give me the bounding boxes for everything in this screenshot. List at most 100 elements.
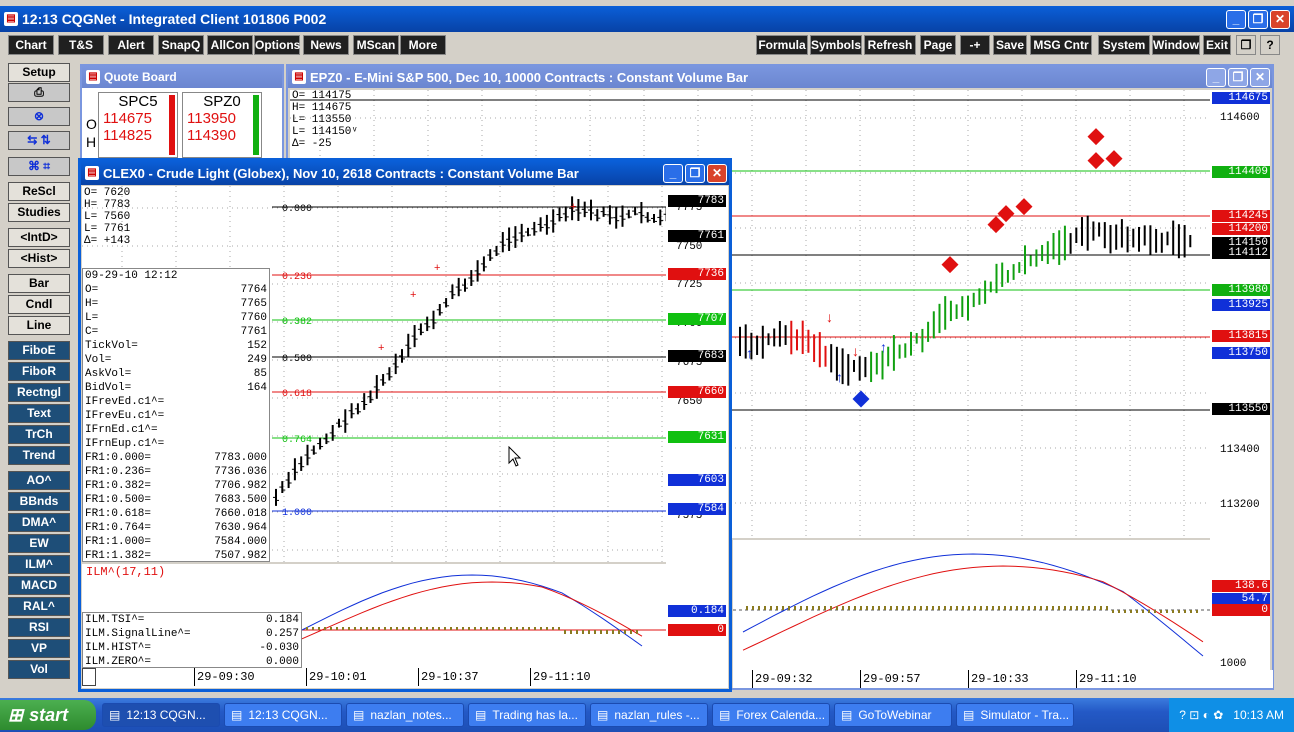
quote-cell-spz0[interactable]: SPZ0 113950 114390	[182, 92, 262, 158]
ilm-key: ILM.ZERO^=	[85, 656, 152, 668]
tool-dma--button[interactable]: DMA^	[8, 513, 70, 532]
close-button[interactable]: ✕	[707, 163, 727, 183]
menu-news-button[interactable]: News	[303, 35, 349, 55]
epz-price-scale[interactable]: 114600 113400 113200 1000 114675 114409 114245…	[1210, 90, 1270, 670]
ohlc-line: Δ= -25	[292, 138, 332, 150]
menu-system-button[interactable]: System	[1098, 35, 1150, 55]
tool-rectngl-button[interactable]: Rectngl	[8, 383, 70, 402]
tool-trch-button[interactable]: TrCh	[8, 425, 70, 444]
delete-button[interactable]: ⊗	[8, 107, 70, 126]
help-button[interactable]: ?	[1260, 35, 1280, 55]
menu-window-button[interactable]: Window	[1152, 35, 1200, 55]
tool-fiboe-button[interactable]: FiboE	[8, 341, 70, 360]
taskbar-item[interactable]: ▤ Simulator - Tra...	[956, 703, 1074, 727]
tool-trend-button[interactable]: Trend	[8, 446, 70, 465]
taskbar-item[interactable]: ▤ nazlan_notes...	[346, 703, 464, 727]
time-tick-label: 29-10:01	[309, 670, 367, 684]
close-button[interactable]: ✕	[1250, 67, 1270, 87]
maximize-button[interactable]: ❐	[685, 163, 705, 183]
clx-price-scale[interactable]: 7775775077257700767576507625757577837761…	[666, 186, 728, 668]
price-marker: 7761	[668, 230, 726, 242]
quote-board-window[interactable]: ▤ Quote Board O H SPC5 114675 114825 SPZ…	[80, 64, 284, 164]
info-value: 7761	[240, 326, 267, 338]
tool-vol-button[interactable]: Vol	[8, 660, 70, 679]
start-button[interactable]: ⊞ start	[0, 700, 96, 730]
tool--intd--button[interactable]: <IntD>	[8, 228, 70, 247]
tool--hist--button[interactable]: <Hist>	[8, 249, 70, 268]
price-marker: 7631	[668, 431, 726, 443]
signal-diamond	[997, 205, 1015, 223]
task-label: Trading has la...	[492, 708, 578, 722]
info-key: FR1:1.000=	[85, 536, 152, 548]
minimize-button[interactable]: _	[1226, 9, 1246, 29]
taskbar-item[interactable]: ▤ Trading has la...	[468, 703, 586, 727]
minimize-button[interactable]: _	[663, 163, 683, 183]
tool-cndl-button[interactable]: Cndl	[8, 295, 70, 314]
ohlc-line: L= 114150ᵛ	[292, 126, 359, 138]
menu-refresh-button[interactable]: Refresh	[864, 35, 916, 55]
menu-snapq-button[interactable]: SnapQ	[158, 35, 204, 55]
menu-alert-button[interactable]: Alert	[108, 35, 154, 55]
menu-msg-cntr-button[interactable]: MSG Cntr	[1030, 35, 1092, 55]
tool-rsi-button[interactable]: RSI	[8, 618, 70, 637]
menu-t-s-button[interactable]: T&S	[58, 35, 104, 55]
restore-button[interactable]: ❐	[1236, 35, 1256, 55]
menu-more-button[interactable]: More	[400, 35, 446, 55]
task-icon: ▤	[963, 708, 975, 722]
tool-line-button[interactable]: Line	[8, 316, 70, 335]
menu-symbols-button[interactable]: Symbols	[810, 35, 862, 55]
menu---button[interactable]: -+	[960, 35, 990, 55]
info-value: 7706.982	[214, 480, 267, 492]
tool-ilm--button[interactable]: ILM^	[8, 555, 70, 574]
clx-titlebar[interactable]: ▤ CLEX0 - Crude Light (Globex), Nov 10, …	[81, 161, 729, 185]
menu-allcon-button[interactable]: AllCon	[207, 35, 253, 55]
tool-fibor-button[interactable]: FiboR	[8, 362, 70, 381]
info-key: BidVol=	[85, 382, 132, 394]
minimize-button[interactable]: _	[1206, 67, 1226, 87]
price-marker: 113980	[1212, 284, 1270, 296]
menu-formula-button[interactable]: Formula	[756, 35, 808, 55]
tool-ao--button[interactable]: AO^	[8, 471, 70, 490]
ohlc-line: O= 114175	[292, 90, 352, 102]
tool-text-button[interactable]: Text	[8, 404, 70, 423]
menu-exit-button[interactable]: Exit	[1203, 35, 1231, 55]
taskbar-item[interactable]: ▤ nazlan_rules -...	[590, 703, 708, 727]
price-marker: 7683	[668, 350, 726, 362]
arrows-button[interactable]: ⇆ ⇅	[8, 131, 70, 150]
taskbar-item[interactable]: ▤ Forex Calenda...	[712, 703, 830, 727]
menu-save-button[interactable]: Save	[993, 35, 1027, 55]
tool-ral--button[interactable]: RAL^	[8, 597, 70, 616]
menu-options-button[interactable]: Options	[254, 35, 300, 55]
tool-icon: ⌘ ⌗	[27, 159, 51, 173]
tool-setup-button[interactable]: Setup	[8, 63, 70, 82]
tool-studies-button[interactable]: Studies	[8, 203, 70, 222]
windows-logo-icon: ⊞	[8, 704, 24, 725]
maximize-button[interactable]: ❐	[1248, 9, 1268, 29]
tool-ew-button[interactable]: EW	[8, 534, 70, 553]
info-value: 7760	[240, 312, 267, 324]
taskbar-item[interactable]: ▤ 12:13 CQGN...	[224, 703, 342, 727]
epz-titlebar[interactable]: ▤ EPZ0 - E-Mini S&P 500, Dec 10, 10000 C…	[288, 66, 1272, 88]
menu-page-button[interactable]: Page	[920, 35, 956, 55]
time-tick	[306, 668, 307, 686]
tool-vp-button[interactable]: VP	[8, 639, 70, 658]
tool-button[interactable]: ⌘ ⌗	[8, 157, 70, 176]
print-button[interactable]: ⎙	[8, 83, 70, 102]
tool-bar-button[interactable]: Bar	[8, 274, 70, 293]
price-marker: 0.184	[668, 605, 726, 617]
info-key: IFrnEup.c1^=	[85, 438, 165, 450]
tool-bbnds-button[interactable]: BBnds	[8, 492, 70, 511]
menu-chart-button[interactable]: Chart	[8, 35, 54, 55]
maximize-button[interactable]: ❐	[1228, 67, 1248, 87]
tool-rescl-button[interactable]: ReScl	[8, 182, 70, 201]
taskbar-item[interactable]: ▤ GoToWebinar	[834, 703, 952, 727]
quote-board-titlebar[interactable]: ▤ Quote Board	[82, 66, 282, 88]
taskbar-item[interactable]: ▤ 12:13 CQGN...	[102, 703, 220, 727]
time-tick-label: 29-10:33	[971, 672, 1029, 686]
quote-cell-spc5[interactable]: SPC5 114675 114825	[98, 92, 178, 158]
scroll-handle[interactable]	[82, 668, 96, 686]
menu-mscan-button[interactable]: MScan	[353, 35, 399, 55]
close-button[interactable]: ✕	[1270, 9, 1290, 29]
epz-indicator-pane[interactable]	[733, 540, 1210, 670]
tool-macd-button[interactable]: MACD	[8, 576, 70, 595]
